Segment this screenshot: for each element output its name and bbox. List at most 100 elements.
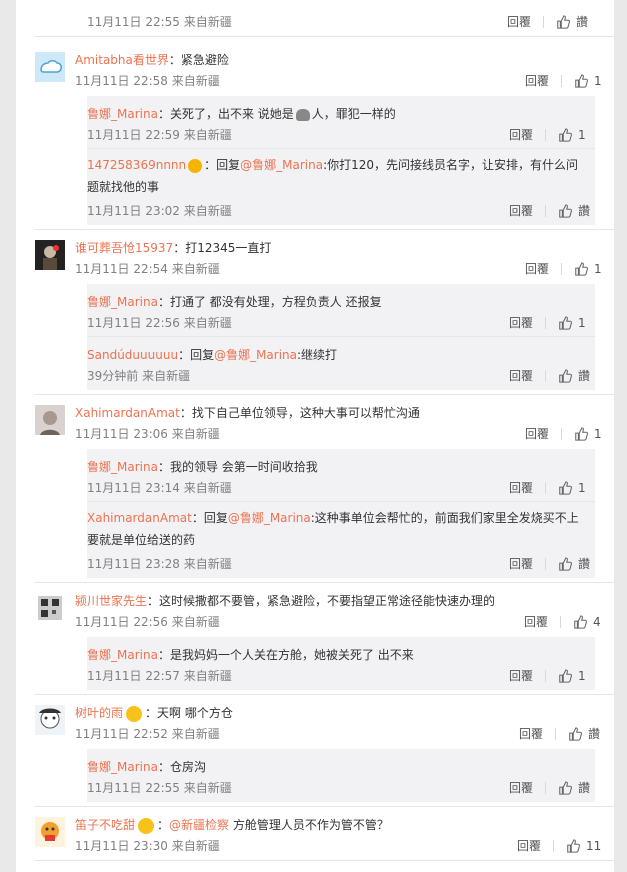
reply-button[interactable]: 回覆 1: [509, 479, 586, 496]
comment-meta: 11月11日 22:55 来自新疆: [87, 15, 232, 29]
reply-button[interactable]: 回覆 1: [525, 260, 602, 277]
comment-meta: 11月11日 23:06 来自新疆: [75, 427, 220, 441]
like-icon[interactable]: [573, 614, 587, 629]
emoji-icon: [126, 705, 143, 722]
reply-box: 鲁娜_Marina：仓房沟 11月11日 22:55 来自新疆 回覆 讚: [87, 749, 595, 802]
divider: [35, 394, 614, 395]
reply-meta: 11月11日 23:14 来自新疆: [87, 481, 232, 495]
reply-button[interactable]: 回覆 1: [509, 667, 586, 684]
like-icon[interactable]: [558, 315, 572, 330]
like-icon[interactable]: [568, 726, 582, 741]
like-count: 1: [578, 480, 586, 495]
divider: [35, 860, 614, 861]
reply-button[interactable]: 回覆 讚: [509, 367, 590, 384]
comment-text: XahimardanAmat：找下自己单位领导，这种大事可以帮忙沟通: [75, 406, 420, 420]
username-link[interactable]: XahimardanAmat: [87, 511, 192, 525]
reply-box: 鲁娜_Marina：打通了 都没有处理，方程负责人 还报复 11月11日 22:…: [87, 284, 595, 390]
reply-text: 鲁娜_Marina：是我妈妈一个人关在方舱，她被关死了 出不来: [87, 648, 414, 662]
avatar[interactable]: [35, 240, 65, 270]
username-link[interactable]: Sandúduuuuuu: [87, 348, 178, 362]
avatar[interactable]: [35, 52, 65, 82]
like-count: 1: [594, 73, 602, 88]
like-count: 1: [594, 261, 602, 276]
reply-button[interactable]: 回覆 讚: [507, 13, 588, 30]
avatar[interactable]: [35, 593, 65, 623]
like-icon[interactable]: [558, 668, 572, 683]
like-count: 讚: [578, 557, 591, 571]
username-link[interactable]: 颍川世家先生: [75, 594, 147, 608]
username-link[interactable]: 谁可葬吾怆15937: [75, 241, 173, 255]
reply-button[interactable]: 回覆 4: [524, 613, 601, 630]
reply-meta: 39分钟前 来自新疆: [87, 369, 191, 383]
username-link[interactable]: 树叶的雨: [75, 706, 123, 720]
reply-text: 鲁娜_Marina：关死了，出不来 说她是 人，罪犯一样的: [87, 107, 396, 121]
like-icon[interactable]: [566, 838, 580, 853]
reply-button[interactable]: 回覆 讚: [509, 779, 590, 796]
mention-link[interactable]: @鲁娜_Marina: [228, 511, 311, 525]
like-icon[interactable]: [558, 556, 572, 571]
like-icon[interactable]: [556, 14, 570, 29]
like-count: 1: [594, 426, 602, 441]
like-count: 讚: [578, 781, 591, 795]
like-icon[interactable]: [558, 127, 572, 142]
comment-meta: 11月11日 22:54 来自新疆: [75, 262, 220, 276]
reply-button[interactable]: 回覆 11: [517, 837, 601, 854]
avatar[interactable]: [35, 705, 65, 735]
reply-button[interactable]: 回覆 1: [509, 126, 586, 143]
emoji-icon: [138, 817, 155, 834]
divider: [35, 694, 614, 695]
reply-text: 鲁娜_Marina：仓房沟: [87, 760, 206, 774]
username-link[interactable]: Amitabha看世界: [75, 53, 169, 67]
username-link[interactable]: 鲁娜_Marina: [87, 107, 158, 121]
divider: [35, 806, 614, 807]
comment-meta: 11月11日 22:52 来自新疆: [75, 727, 220, 741]
reply-button[interactable]: 回覆 讚: [509, 202, 590, 219]
divider: [35, 229, 614, 230]
avatar[interactable]: [35, 405, 65, 435]
mention-link[interactable]: @鲁娜_Marina: [214, 348, 297, 362]
reply-button[interactable]: 回覆 1: [509, 314, 586, 331]
like-count: 11: [586, 838, 602, 853]
emoji-icon: [295, 108, 310, 121]
comment-meta: 11月11日 23:30 来自新疆: [75, 839, 220, 853]
reply-button[interactable]: 回覆 讚: [509, 555, 590, 572]
username-link[interactable]: 鲁娜_Marina: [87, 295, 158, 309]
username-link[interactable]: XahimardanAmat: [75, 406, 180, 420]
username-link[interactable]: 鲁娜_Marina: [87, 760, 158, 774]
like-count: 讚: [576, 15, 589, 29]
reply-button[interactable]: 回覆 1: [525, 425, 602, 442]
like-icon[interactable]: [558, 368, 572, 383]
like-count: 讚: [578, 369, 591, 383]
comment-text: 树叶的雨 ：天啊 哪个方仓: [75, 705, 233, 722]
reply-meta: 11月11日 23:28 来自新疆: [87, 557, 232, 571]
reply-meta: 11月11日 22:56 来自新疆: [87, 316, 232, 330]
mention-link[interactable]: @新疆检察: [169, 818, 229, 832]
like-icon[interactable]: [574, 426, 588, 441]
like-icon[interactable]: [574, 73, 588, 88]
like-icon[interactable]: [558, 480, 572, 495]
username-link[interactable]: 鲁娜_Marina: [87, 648, 158, 662]
reply-button[interactable]: 回覆 1: [525, 72, 602, 89]
username-link[interactable]: 147258369nnnn: [87, 158, 186, 172]
reply-meta: 11月11日 22:59 来自新疆: [87, 128, 232, 142]
username-link[interactable]: 鲁娜_Marina: [87, 460, 158, 474]
mention-link[interactable]: @鲁娜_Marina: [240, 158, 323, 172]
like-icon[interactable]: [558, 203, 572, 218]
avatar[interactable]: [35, 817, 65, 847]
comment-text: Amitabha看世界：紧急避险: [75, 53, 229, 67]
reply-button[interactable]: 回覆 讚: [519, 725, 600, 742]
reply-box: 鲁娜_Marina：关死了，出不来 说她是 人，罪犯一样的 11月11日 22:5…: [87, 96, 595, 225]
comment-meta: 11月11日 22:56 来自新疆: [75, 615, 220, 629]
reply-text: 147258369nnnn ：回复@鲁娜_Marina:你打120，先问接线员名字…: [87, 158, 579, 194]
reply-text: 鲁娜_Marina：打通了 都没有处理，方程负责人 还报复: [87, 295, 382, 309]
like-count: 1: [578, 668, 586, 683]
like-icon[interactable]: [574, 261, 588, 276]
reply-meta: 11月11日 23:02 来自新疆: [87, 204, 232, 218]
comment-panel: 11月11日 22:55 来自新疆 回覆 讚 Amitabha看世界：紧急避险 …: [16, 0, 614, 872]
like-count: 1: [578, 127, 586, 142]
like-icon[interactable]: [558, 780, 572, 795]
username-link[interactable]: 笛子不吃甜: [75, 818, 135, 832]
divider: [87, 501, 595, 502]
comment-text: 笛子不吃甜 ：@新疆检察 方舱管理人员不作为管不管？: [75, 817, 389, 834]
reply-text: Sandúduuuuuu：回复@鲁娜_Marina:继续打: [87, 348, 338, 362]
